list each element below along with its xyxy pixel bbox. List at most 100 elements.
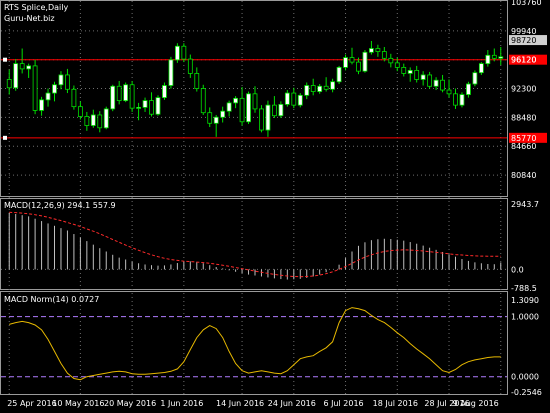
- trading-chart: 961208577098720 103760999409612092300884…: [0, 0, 550, 413]
- x-tick-label: 1 Jun 2016: [160, 399, 203, 408]
- candle-body: [485, 54, 491, 65]
- candle-body: [246, 93, 251, 123]
- norm-y-tick-label: -0.2546: [511, 388, 542, 397]
- x-tick-label: 25 Apr 2016: [7, 399, 56, 408]
- x-axis-labels: 25 Apr 201610 May 2016 20 May 2016 1 Jun 2…: [7, 399, 499, 408]
- candle-body: [123, 84, 129, 102]
- candle-body: [155, 97, 161, 115]
- chart-title: RTS Splice,Daily: [4, 3, 68, 12]
- x-tick-label: 24 Jun 2016: [268, 399, 316, 408]
- candle-body: [45, 92, 51, 101]
- price-y-tick-label: 99940: [511, 27, 536, 36]
- candle-body: [336, 66, 342, 83]
- candle-body: [297, 94, 303, 106]
- candle-body: [491, 54, 497, 59]
- candle-body: [252, 93, 258, 110]
- x-tick-label: 20 May 2016: [104, 399, 156, 408]
- x-tick-label: 18 Jul 2016: [373, 399, 418, 408]
- candle-body: [142, 100, 148, 108]
- candle-body: [39, 99, 44, 111]
- macd-y-tick-label: 0.0: [511, 265, 524, 274]
- candle-body: [58, 74, 64, 86]
- candle-body: [65, 74, 70, 90]
- level-line-handle: [3, 57, 7, 62]
- candle-body: [239, 97, 245, 123]
- price-y-tick-label: 80840: [511, 171, 536, 180]
- candle-body: [84, 116, 90, 126]
- candle-body: [498, 56, 504, 59]
- candle-body: [304, 85, 310, 96]
- norm-label: MACD Norm(14) 0.0727: [4, 295, 99, 304]
- candle-body: [388, 57, 394, 64]
- candle-body: [323, 85, 329, 90]
- candle-body: [394, 62, 400, 68]
- x-tick-label: 6 Jul 2016: [323, 399, 363, 408]
- norm-y-tick-label: 1.3090: [511, 296, 539, 305]
- candle-body: [381, 51, 387, 59]
- candle-body: [6, 79, 12, 89]
- candle-body: [440, 79, 445, 91]
- candle-body: [362, 51, 368, 72]
- candle-body: [272, 104, 277, 117]
- candle-body: [291, 92, 297, 106]
- candle-body: [265, 104, 271, 131]
- candle-body: [200, 88, 206, 114]
- price-y-tick-label: 103760: [511, 0, 542, 7]
- candle-body: [349, 57, 355, 63]
- candle-body: [401, 66, 407, 74]
- candle-body: [375, 48, 381, 52]
- x-tick-label: 14 Jun 2016: [216, 399, 264, 408]
- candle-body: [310, 85, 316, 92]
- candle-body: [369, 48, 374, 53]
- price-y-tick-label: 92300: [511, 85, 536, 94]
- candle-body: [136, 107, 141, 109]
- candle-body: [103, 108, 109, 129]
- candle-body: [330, 81, 336, 90]
- candle-body: [407, 70, 413, 74]
- candle-body: [110, 85, 116, 110]
- candle-body: [433, 79, 439, 87]
- candle-body: [52, 84, 57, 94]
- candle-body: [71, 88, 77, 108]
- candle-body: [32, 65, 38, 111]
- macd-y-tick-label: -788.5: [511, 284, 537, 293]
- candle-body: [19, 63, 25, 70]
- candle-body: [116, 85, 122, 102]
- x-tick-label: 9 Aug 2016: [453, 399, 499, 408]
- candle-body: [149, 100, 154, 115]
- candle-body: [226, 102, 232, 112]
- candle-body: [174, 45, 180, 61]
- watermark: Guru-Net.biz: [4, 14, 55, 23]
- price-y-tick-label: 96120: [511, 56, 536, 65]
- candle-body: [472, 72, 478, 85]
- candle-body: [453, 93, 458, 106]
- candle-body: [13, 63, 19, 89]
- candle-body: [466, 83, 471, 95]
- candle-body: [478, 63, 484, 74]
- candle-body: [259, 108, 264, 131]
- candle-body: [343, 57, 348, 68]
- candle-body: [459, 94, 465, 106]
- candle-body: [278, 103, 284, 117]
- norm-y-tick-label: 1.0000: [511, 313, 539, 322]
- candle-body: [90, 114, 96, 126]
- candle-body: [97, 114, 103, 129]
- candle-body: [194, 73, 200, 89]
- candle-body: [26, 65, 32, 70]
- price-y-tick-label: 88480: [511, 113, 536, 122]
- candle-body: [446, 89, 452, 95]
- candle-body: [420, 74, 426, 80]
- norm-y-tick-label: 0.0000: [511, 373, 539, 382]
- candle-body: [427, 74, 433, 87]
- candle-body: [213, 116, 219, 124]
- candle-body: [129, 84, 135, 109]
- candle-body: [284, 92, 290, 105]
- candle-body: [233, 97, 238, 104]
- macd-y-tick-label: 2943.7: [511, 200, 539, 209]
- candle-body: [356, 61, 361, 72]
- macd-label: MACD(12,26,9) 294.1 557.9: [4, 201, 116, 210]
- level-line-handle: [3, 135, 7, 140]
- price-y-tick-label: 84660: [511, 142, 536, 151]
- candle-body: [181, 45, 187, 60]
- candle-body: [162, 85, 167, 98]
